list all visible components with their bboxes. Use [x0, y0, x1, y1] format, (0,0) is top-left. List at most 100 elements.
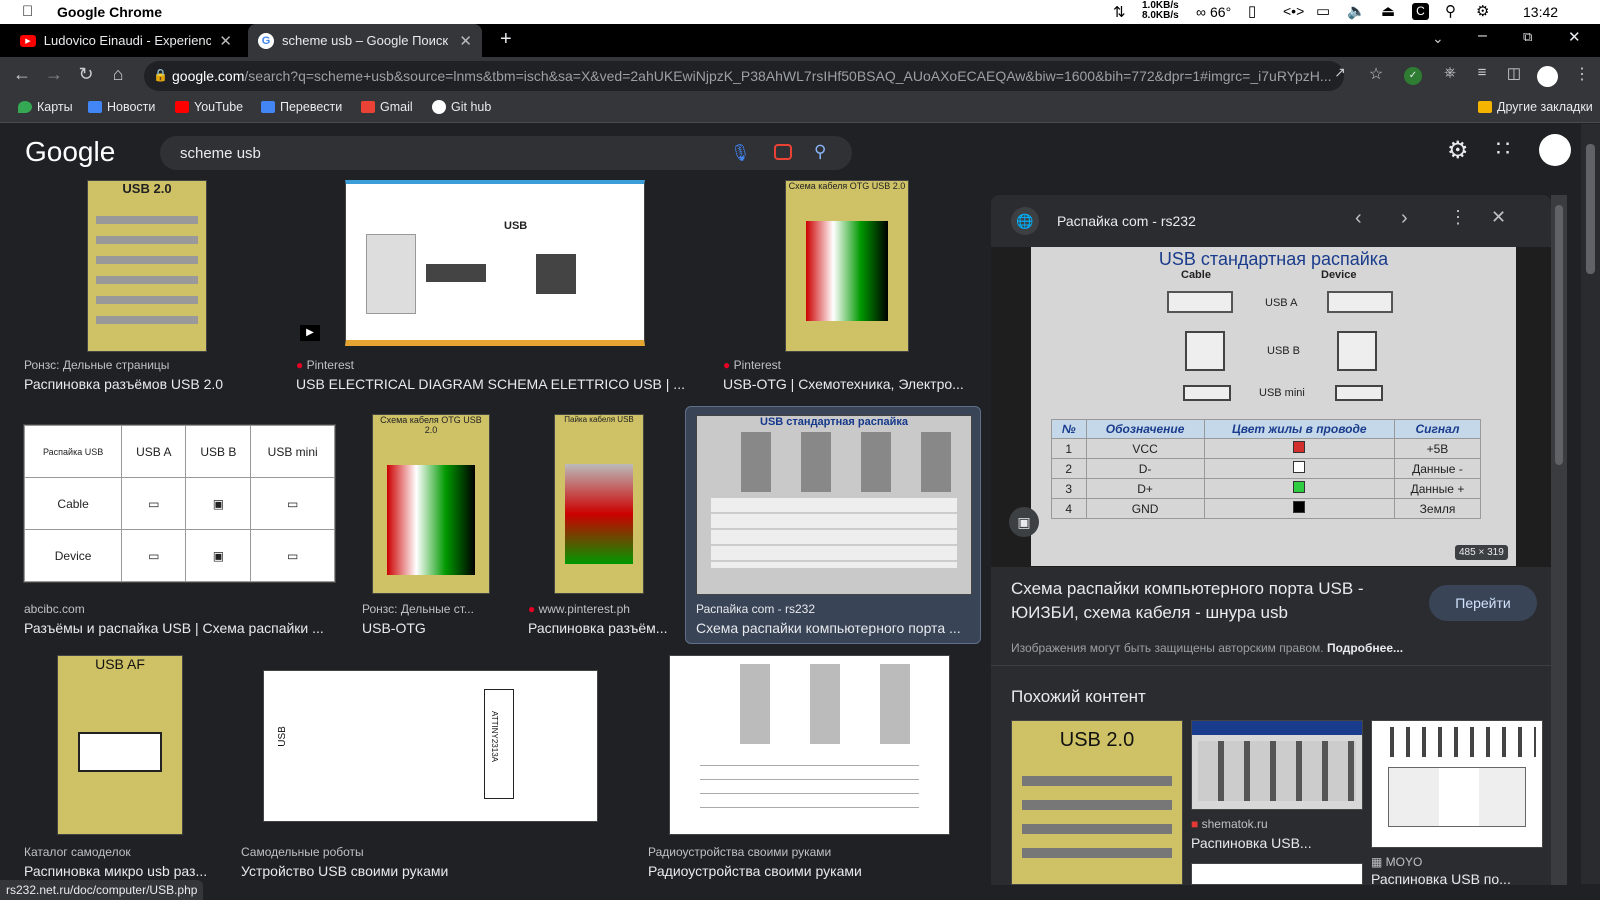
address-bar[interactable]: 🔒 google.com/search?q=scheme+usb&source=…	[144, 61, 1344, 91]
play-icon: ▶	[300, 325, 320, 341]
bookmark-github[interactable]: Git hub	[432, 100, 491, 114]
result-title[interactable]: USB-OTG	[362, 620, 502, 636]
bookmark-star-icon[interactable]: ☆	[1364, 64, 1388, 88]
wire-color-swatch	[1293, 461, 1306, 473]
preview-site-name[interactable]: Распайка com - rs232	[1057, 213, 1196, 229]
related-thumbnail[interactable]: USB 2.0	[1011, 720, 1183, 885]
share-icon[interactable]: ↗	[1328, 64, 1352, 88]
phone-icon[interactable]: ▯	[1248, 2, 1256, 20]
panel-scrollbar-thumb[interactable]	[1555, 205, 1563, 465]
lock-icon[interactable]: 🔒	[153, 68, 168, 82]
close-tab-icon[interactable]: ✕	[219, 32, 232, 50]
bookmark-gmail[interactable]: Gmail	[361, 100, 413, 114]
result-title[interactable]: Распиновка разъёмов USB 2.0	[24, 376, 274, 392]
related-thumbnail[interactable]	[1191, 863, 1363, 885]
previous-icon[interactable]: ‹	[1355, 207, 1362, 230]
app-tray-icon[interactable]: C	[1412, 3, 1429, 20]
result-title[interactable]: Распиновка разъём...	[528, 620, 678, 636]
visit-button[interactable]: Перейти	[1429, 585, 1537, 621]
settings-gear-icon[interactable]: ⚙	[1447, 136, 1469, 165]
result-title[interactable]: Разъёмы и распайка USB | Схема распайки …	[24, 620, 334, 636]
minimize-icon[interactable]: –	[1478, 27, 1487, 45]
extension-shield-icon[interactable]: ✓	[1404, 67, 1422, 85]
voice-search-icon[interactable]: 🎙	[730, 143, 750, 163]
google-logo[interactable]: Google	[25, 136, 115, 168]
side-panel-icon[interactable]: ◫	[1502, 64, 1526, 88]
related-source: ■ shematok.ru	[1191, 817, 1268, 831]
result-thumbnail[interactable]: USB 2.0	[87, 180, 207, 352]
result-thumbnail[interactable]: USB AF	[57, 655, 183, 835]
new-tab-icon[interactable]: +	[500, 28, 512, 51]
page-scrollbar[interactable]	[1581, 124, 1600, 884]
tab-youtube[interactable]: ▶ Ludovico Einaudi - Experience (Li ✕	[10, 24, 242, 57]
profile-avatar[interactable]	[1537, 66, 1558, 87]
extensions-puzzle-icon[interactable]: ⎈	[1438, 64, 1462, 88]
related-thumbnail[interactable]	[1191, 720, 1363, 810]
panel-scrollbar[interactable]	[1551, 195, 1567, 885]
result-title[interactable]: USB ELECTRICAL DIAGRAM SCHEMA ELETTRICO …	[296, 376, 696, 392]
eject-icon[interactable]: ⏏	[1381, 2, 1395, 20]
result-title[interactable]: Радиоустройства своими руками	[648, 863, 948, 879]
result-thumbnail[interactable]	[669, 655, 950, 835]
back-icon[interactable]: ←	[10, 64, 34, 88]
forward-icon[interactable]: →	[42, 64, 66, 88]
related-thumbnail[interactable]	[1371, 720, 1543, 848]
spotlight-search-icon[interactable]: ⚲	[1445, 2, 1456, 20]
tab-search-icon[interactable]: ⌄	[1432, 30, 1444, 47]
control-center-icon[interactable]: ⚙	[1476, 2, 1489, 20]
mac-menubar:  Google Chrome ⇅ 1.0KB/s 8.0KB/s ∞ 66° …	[0, 0, 1600, 24]
result-title[interactable]: Устройство USB своими руками	[241, 863, 541, 879]
bookmark-maps[interactable]: Карты	[18, 100, 73, 114]
result-thumbnail[interactable]: USB ATTINY2313A	[263, 670, 598, 822]
media-queue-icon[interactable]: ≡	[1470, 64, 1494, 88]
result-thumbnail[interactable]: Схема кабеля OTG USB 2.0	[372, 414, 490, 594]
result-title[interactable]: Схема распайки компьютерного порта ...	[696, 620, 972, 636]
home-icon[interactable]: ⌂	[106, 64, 130, 88]
status-bar-url: rs232.net.ru/doc/computer/USB.php	[0, 880, 204, 900]
translate-icon	[261, 101, 275, 113]
preview-image-frame[interactable]: USB стандартная распайка Cable Device US…	[991, 247, 1551, 567]
result-thumbnail[interactable]: USB	[345, 180, 645, 346]
lens-search-icon[interactable]: ▣	[1009, 507, 1039, 537]
selected-result-card[interactable]: USB стандартная распайка Распайка com - …	[685, 406, 981, 644]
reload-icon[interactable]: ↻	[74, 64, 98, 88]
account-avatar[interactable]	[1539, 134, 1571, 166]
google-header: Google scheme usb 🎙 ⚲ ⚙ ∷	[0, 124, 1600, 178]
page-scrollbar-thumb[interactable]	[1586, 144, 1595, 274]
bookmark-youtube[interactable]: YouTube	[175, 100, 243, 114]
apple-icon[interactable]: 	[22, 3, 33, 20]
apps-grid-icon[interactable]: ∷	[1496, 136, 1510, 162]
result-source: Самодельные роботы	[241, 845, 364, 859]
lens-search-icon[interactable]	[774, 144, 792, 160]
result-title[interactable]: USB-OTG | Схемотехника, Электро...	[723, 376, 973, 392]
display-icon[interactable]: ▭	[1316, 2, 1330, 20]
close-preview-icon[interactable]: ✕	[1491, 207, 1506, 228]
more-options-icon[interactable]: ⋮	[1449, 207, 1467, 228]
close-tab-icon[interactable]: ✕	[459, 32, 472, 50]
close-window-icon[interactable]: ✕	[1568, 28, 1581, 46]
related-title[interactable]: Распиновка USB по...	[1371, 871, 1543, 887]
bookmark-news[interactable]: Новости	[88, 100, 155, 114]
more-link[interactable]: Подробнее...	[1327, 641, 1403, 655]
code-icon[interactable]: <•>	[1283, 3, 1304, 19]
volume-icon[interactable]: 🔈	[1347, 2, 1366, 20]
weather-icon: ∞	[1196, 4, 1206, 20]
chrome-menu-icon[interactable]: ⋮	[1570, 64, 1594, 88]
other-bookmarks[interactable]: Другие закладки	[1478, 100, 1593, 114]
search-input[interactable]: scheme usb 🎙 ⚲	[160, 136, 852, 170]
result-title[interactable]: Распиновка микро usb раз...	[24, 863, 209, 879]
bookmark-translate[interactable]: Перевести	[261, 100, 342, 114]
app-name[interactable]: Google Chrome	[57, 4, 162, 20]
preview-image[interactable]: USB стандартная распайка Cable Device US…	[1031, 247, 1516, 566]
preview-title[interactable]: Схема распайки компьютерного порта USB -…	[1011, 577, 1401, 625]
restore-icon[interactable]: ⧉	[1523, 29, 1532, 45]
result-thumbnail[interactable]: Пайка кабеля USB	[554, 414, 644, 594]
result-thumbnail[interactable]: USB стандартная распайка	[696, 415, 972, 595]
result-thumbnail[interactable]: Распайка USB USB A USB B USB mini Cable ▭ ▣ ▭ …	[23, 424, 336, 583]
related-title[interactable]: Распиновка USB...	[1191, 835, 1363, 851]
search-icon[interactable]: ⚲	[814, 142, 826, 162]
tab-google-search[interactable]: G scheme usb – Google Поиск ✕	[248, 24, 482, 57]
result-thumbnail[interactable]: Схема кабеля OTG USB 2.0	[785, 180, 909, 352]
next-icon[interactable]: ›	[1401, 207, 1408, 230]
divider	[991, 665, 1551, 666]
